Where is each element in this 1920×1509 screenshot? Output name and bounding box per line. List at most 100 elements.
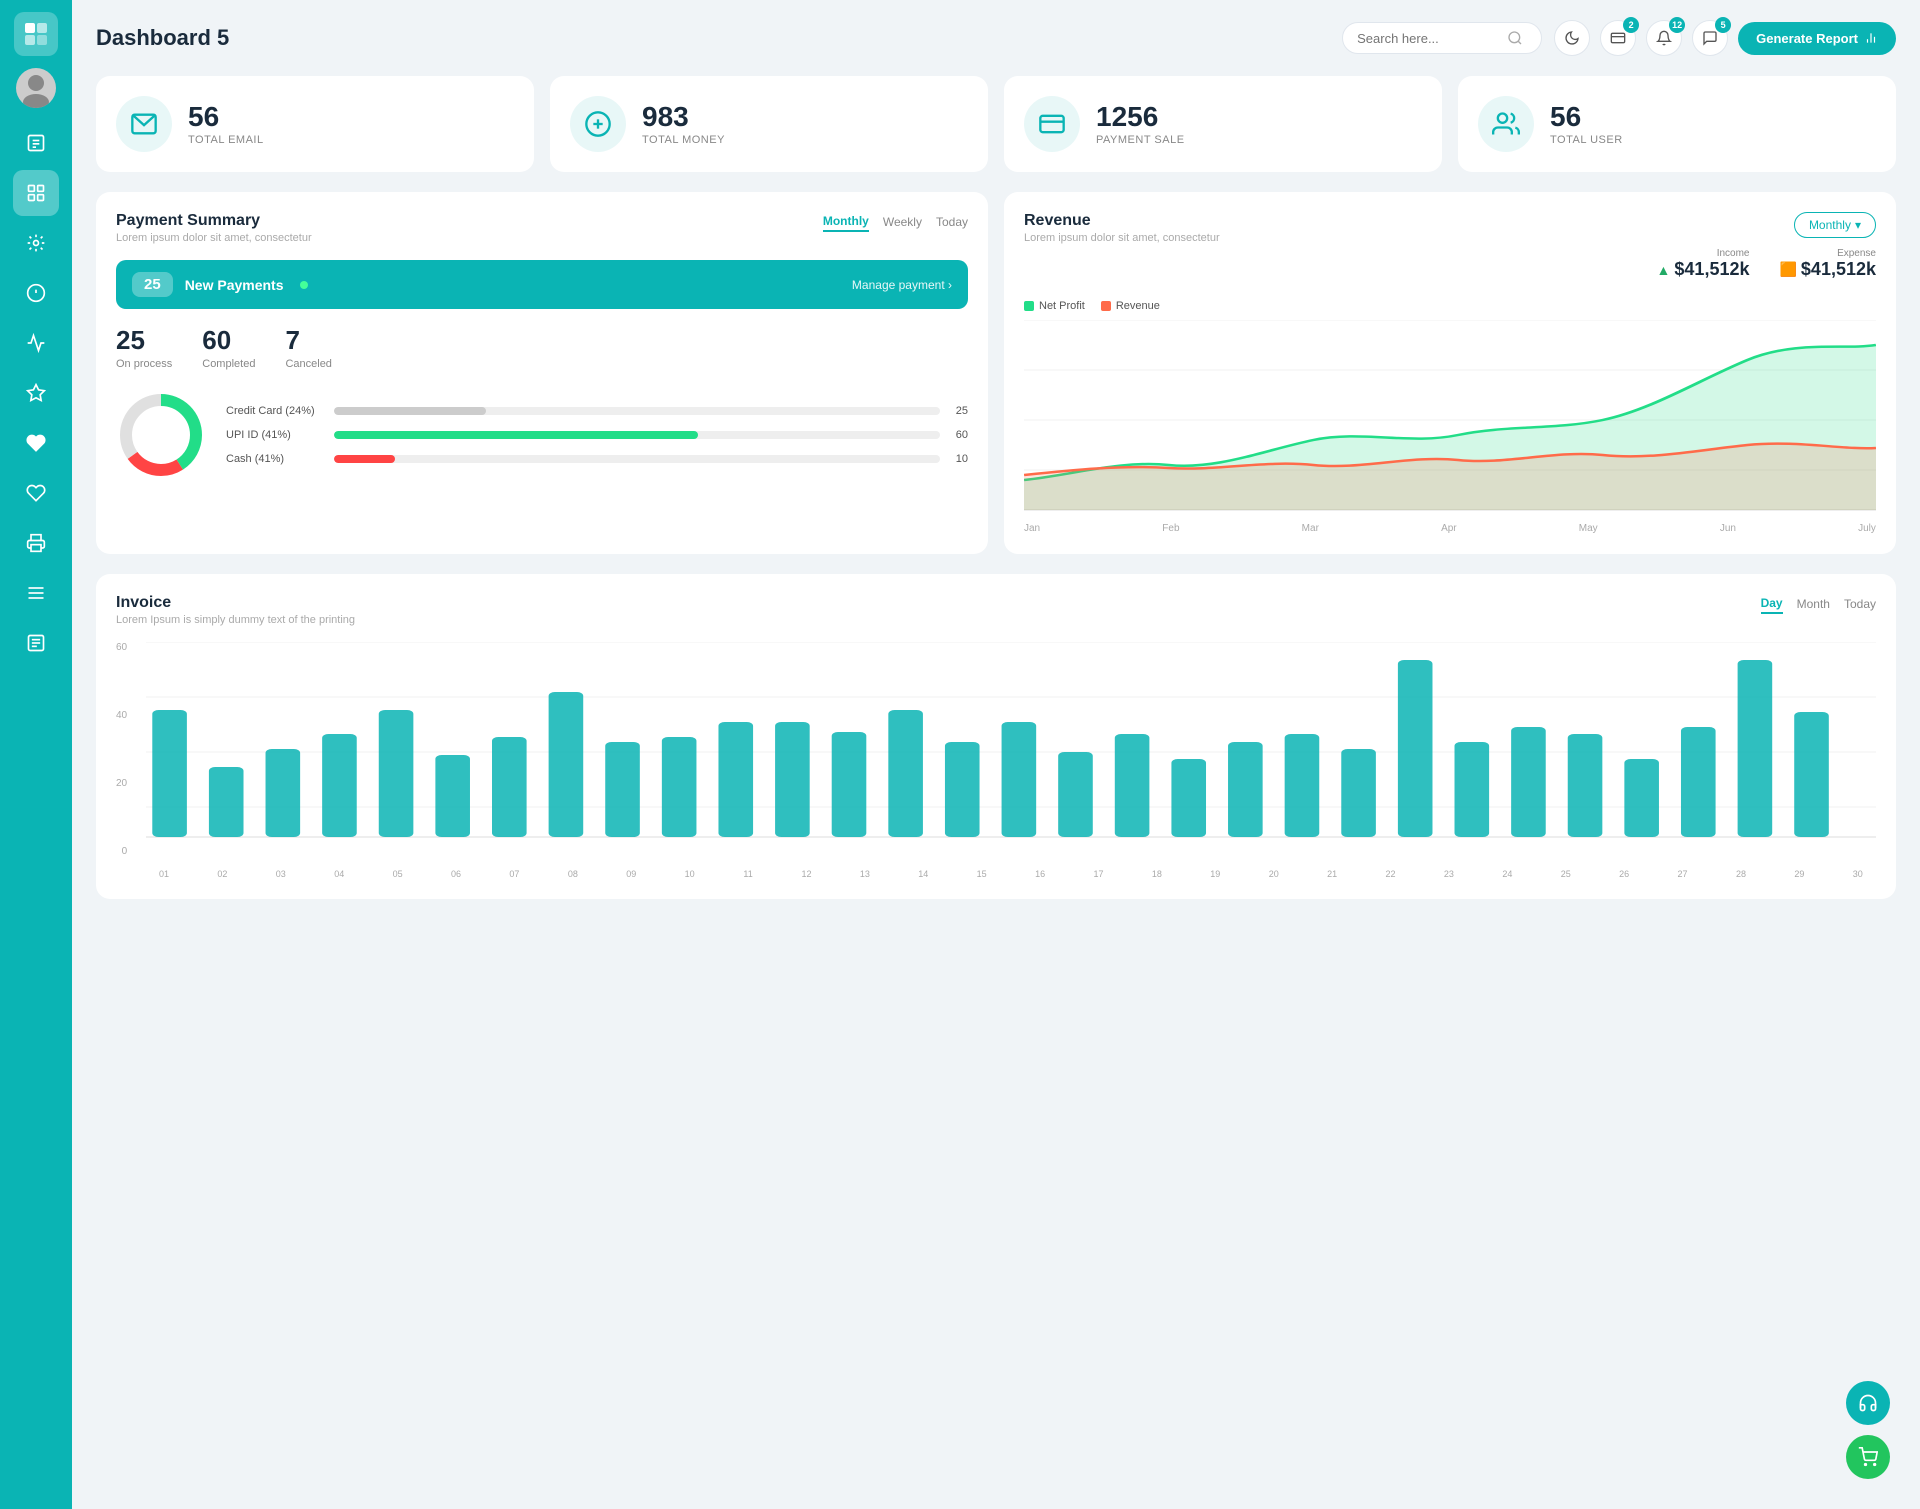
search-bar[interactable] [1342,22,1542,54]
payment-summary-subtitle: Lorem ipsum dolor sit amet, consectetur [116,232,312,244]
bar-row-cash: Cash (41%) 10 [226,453,968,465]
sidebar-item-print[interactable] [13,520,59,566]
metric-canceled: 7 Canceled [285,325,331,370]
wallet-button[interactable]: 2 [1600,20,1636,56]
invoice-subtitle: Lorem Ipsum is simply dummy text of the … [116,614,355,626]
expense-icon: 🟧 [1779,261,1796,278]
header-icons: 2 12 5 Generate Report [1554,20,1896,56]
generate-report-button[interactable]: Generate Report [1738,22,1896,55]
tab-today[interactable]: Today [936,212,968,232]
search-input[interactable] [1357,31,1507,46]
sidebar-item-menu[interactable] [13,570,59,616]
stat-card-payment: 1256 PAYMENT SALE [1004,76,1442,172]
invoice-tab-today[interactable]: Today [1844,594,1876,614]
bar-chart-icon [1864,31,1878,45]
new-payments-dot [300,281,308,289]
sidebar-item-settings[interactable] [13,220,59,266]
theme-toggle-button[interactable] [1554,20,1590,56]
revenue-chart-container: Jan Feb Mar Apr May Jun July [1024,320,1876,534]
sidebar-item-documents[interactable] [13,120,59,166]
upi-fill [334,431,698,439]
money-label: TOTAL MONEY [642,134,725,146]
email-icon [116,96,172,152]
invoice-y-labels: 60 40 20 0 [116,642,131,857]
income-arrow-icon: ▲ [1657,262,1671,278]
new-payments-label: New Payments [185,277,284,293]
sidebar-item-list[interactable] [13,620,59,666]
invoice-title: Invoice [116,594,355,612]
payment-summary-header: Payment Summary Lorem ipsum dolor sit am… [116,212,968,244]
money-icon [570,96,626,152]
manage-payment-link[interactable]: Manage payment › [852,278,952,292]
payment-summary-card: Payment Summary Lorem ipsum dolor sit am… [96,192,988,554]
stat-card-money: 983 TOTAL MONEY [550,76,988,172]
headset-icon [1858,1393,1878,1413]
credit-fill [334,407,486,415]
new-payments-count: 25 [132,272,173,297]
chat-badge: 5 [1715,17,1731,33]
sidebar-logo[interactable] [14,12,58,56]
revenue-dot [1101,301,1111,311]
sidebar-item-analytics[interactable] [13,320,59,366]
wallet-icon [1610,30,1626,46]
stat-card-user: 56 TOTAL USER [1458,76,1896,172]
bell-badge: 12 [1669,17,1685,33]
sidebar [0,0,72,1509]
income-item: Income ▲ $41,512k [1657,248,1750,280]
page-title: Dashboard 5 [96,25,1342,51]
cash-fill [334,455,395,463]
payment-icon [1024,96,1080,152]
metrics-row: 25 On process 60 Completed 7 Canceled [116,325,968,370]
tab-weekly[interactable]: Weekly [883,212,922,232]
sidebar-item-info[interactable] [13,270,59,316]
upi-label: UPI ID (41%) [226,429,326,441]
avatar[interactable] [16,68,56,108]
legend-net-profit: Net Profit [1024,300,1085,312]
bell-button[interactable]: 12 [1646,20,1682,56]
invoice-chart-svg [146,642,1876,862]
invoice-tab-day[interactable]: Day [1761,594,1783,614]
support-float-button[interactable] [1846,1381,1890,1425]
chevron-down-icon: ▾ [1855,218,1861,232]
sidebar-item-dashboard[interactable] [13,170,59,216]
income-expense: Income ▲ $41,512k Expense 🟧 $41,512k [1657,248,1876,280]
bell-icon [1656,30,1672,46]
legend-revenue: Revenue [1101,300,1160,312]
email-count: 56 [188,102,264,133]
revenue-legend: Net Profit Revenue [1024,300,1876,312]
metric-on-process: 25 On process [116,325,172,370]
revenue-x-labels: Jan Feb Mar Apr May Jun July [1024,523,1876,534]
revenue-monthly-dropdown[interactable]: Monthly ▾ [1794,212,1876,238]
cart-float-button[interactable] [1846,1435,1890,1479]
new-payments-bar: 25 New Payments Manage payment › [116,260,968,309]
invoice-tabs: Day Month Today [1761,594,1876,614]
revenue-card: Revenue Lorem ipsum dolor sit amet, cons… [1004,192,1896,554]
expense-item: Expense 🟧 $41,512k [1779,248,1876,280]
chat-button[interactable]: 5 [1692,20,1728,56]
sidebar-item-heart[interactable] [13,420,59,466]
money-count: 983 [642,102,725,133]
stats-row: 56 TOTAL EMAIL 983 TOTAL MONEY 1256 PAYM… [96,76,1896,172]
header: Dashboard 5 2 12 5 Generate Report [96,20,1896,56]
payment-bottom: Credit Card (24%) 25 UPI ID (41%) 60 [116,390,968,480]
credit-track [334,407,940,415]
moon-icon [1564,30,1580,46]
user-icon [1478,96,1534,152]
invoice-card: Invoice Lorem Ipsum is simply dummy text… [96,574,1896,899]
payment-count: 1256 [1096,102,1185,133]
invoice-x-labels: 01 02 03 04 05 06 07 08 09 10 11 12 13 1… [146,869,1876,879]
tab-monthly[interactable]: Monthly [823,212,869,232]
payment-summary-title: Payment Summary [116,212,312,230]
payment-bars: Credit Card (24%) 25 UPI ID (41%) 60 [226,405,968,465]
upi-track [334,431,940,439]
invoice-tab-month[interactable]: Month [1797,594,1830,614]
revenue-subtitle: Lorem ipsum dolor sit amet, consectetur [1024,232,1220,244]
shopping-cart-icon [1858,1447,1878,1467]
donut-chart [116,390,206,480]
sidebar-item-favorites[interactable] [13,370,59,416]
revenue-header: Revenue Lorem ipsum dolor sit amet, cons… [1024,212,1876,290]
net-profit-dot [1024,301,1034,311]
chat-icon [1702,30,1718,46]
wallet-badge: 2 [1623,17,1639,33]
sidebar-item-heart-outline[interactable] [13,470,59,516]
